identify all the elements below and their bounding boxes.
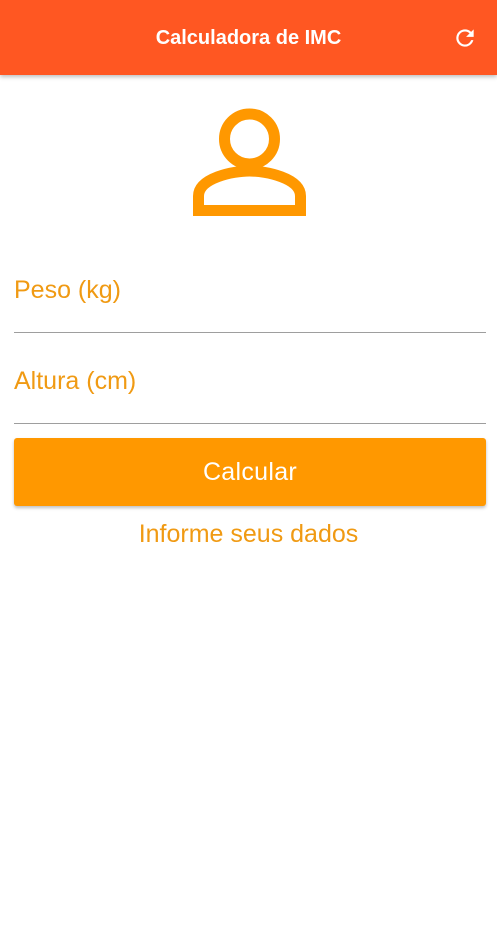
refresh-button[interactable] <box>445 18 485 58</box>
calculate-button[interactable]: Calcular <box>14 438 486 506</box>
weight-field <box>14 270 486 333</box>
height-input[interactable] <box>14 361 486 401</box>
result-text: Informe seus dados <box>138 520 359 548</box>
height-underline <box>14 423 486 424</box>
height-field <box>14 361 486 424</box>
app-title: Calculadora de IMC <box>155 27 342 49</box>
weight-underline <box>14 332 486 333</box>
app-bar: Calculadora de IMC <box>0 0 497 75</box>
person-outline-icon <box>193 108 306 216</box>
refresh-icon <box>456 29 474 47</box>
weight-input[interactable] <box>14 270 486 310</box>
